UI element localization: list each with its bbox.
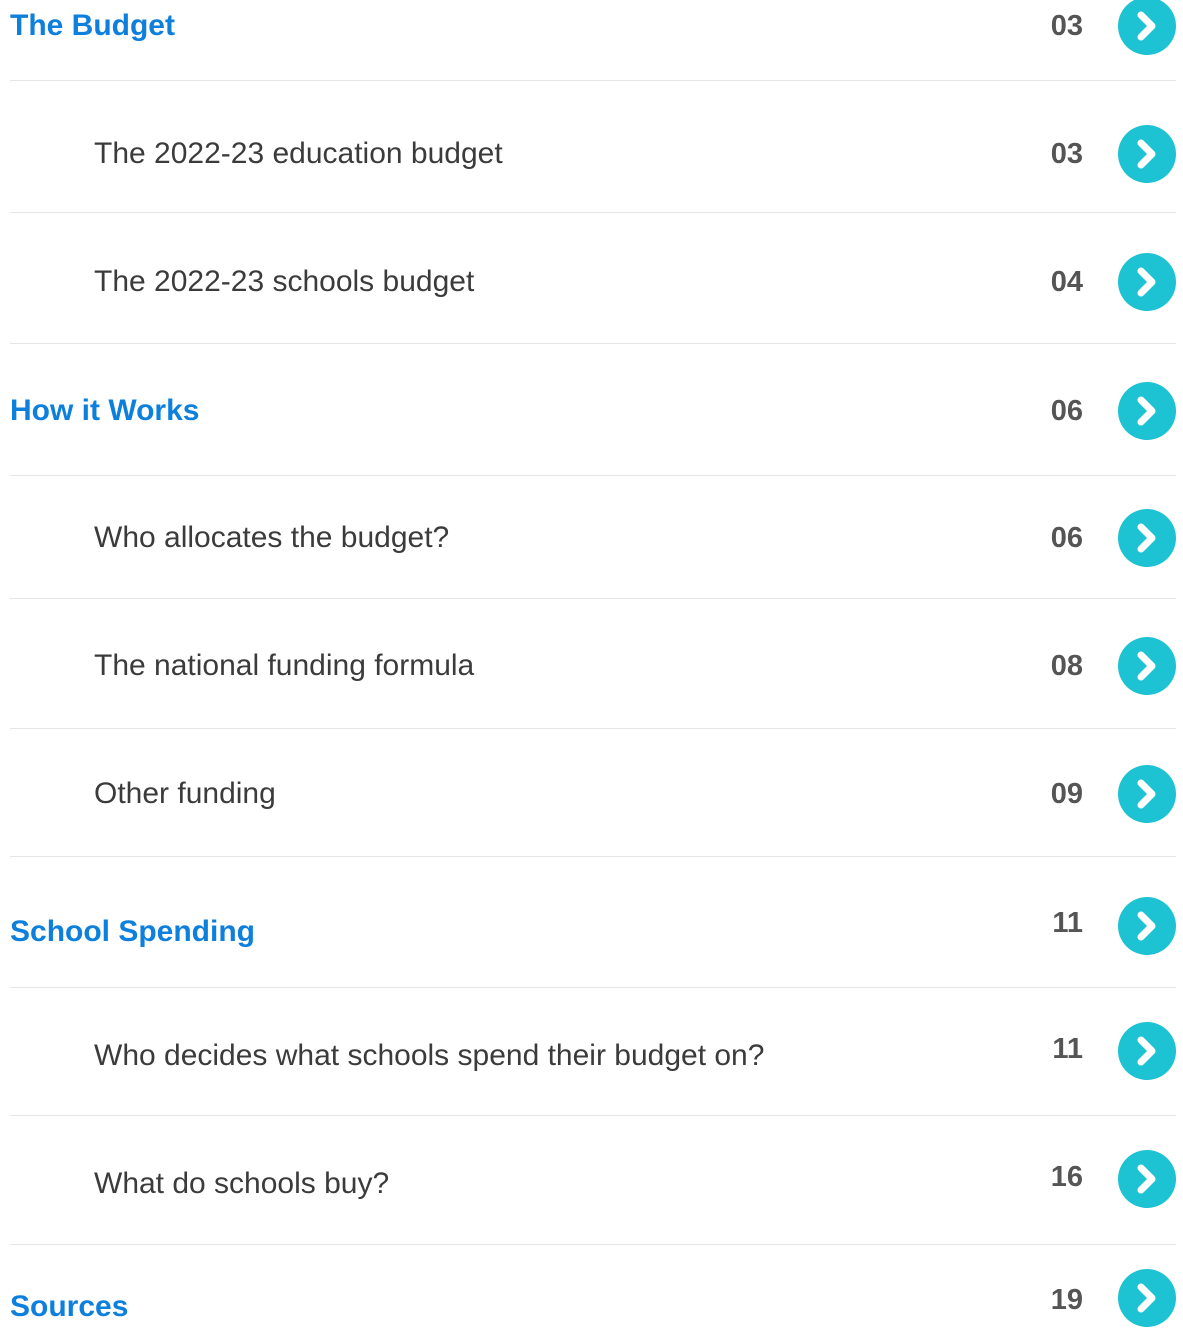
chevron-right-icon[interactable]: [1118, 897, 1176, 955]
toc-item-other-funding[interactable]: Other funding 09: [10, 765, 1176, 823]
toc-item-title: Who decides what schools spend their bud…: [94, 1039, 765, 1072]
toc-page-number: 06: [1050, 521, 1083, 554]
toc-item-education-budget[interactable]: The 2022-23 education budget 03: [10, 125, 1176, 183]
toc-page-number: 09: [1050, 777, 1083, 810]
toc-page-number: 08: [1050, 649, 1083, 682]
divider: [10, 728, 1176, 729]
chevron-right-icon[interactable]: [1118, 0, 1176, 55]
chevron-right-icon[interactable]: [1118, 1150, 1176, 1208]
toc-item-title: The national funding formula: [94, 649, 475, 682]
toc-item-title: The 2022-23 education budget: [94, 137, 503, 170]
toc-section-school-spending[interactable]: School Spending 11: [10, 897, 1176, 955]
divider: [10, 1244, 1176, 1245]
toc-item-title: The 2022-23 schools budget: [94, 265, 475, 298]
toc-item-national-funding-formula[interactable]: The national funding formula 08: [10, 637, 1176, 695]
toc-section-title: The Budget: [10, 9, 175, 42]
toc-page-number: 11: [1052, 1032, 1083, 1065]
divider: [10, 212, 1176, 213]
toc-section-title: School Spending: [10, 915, 255, 948]
toc-page-number: 19: [1050, 1283, 1083, 1316]
toc-item-schools-budget[interactable]: The 2022-23 schools budget 04: [10, 253, 1176, 311]
toc-section-how-it-works[interactable]: How it Works 06: [10, 382, 1176, 440]
chevron-right-icon[interactable]: [1118, 1269, 1176, 1327]
chevron-right-icon[interactable]: [1118, 765, 1176, 823]
divider: [10, 80, 1176, 81]
toc-section-the-budget[interactable]: The Budget 03: [10, 0, 1176, 55]
chevron-right-icon[interactable]: [1118, 1022, 1176, 1080]
toc-item-title: What do schools buy?: [94, 1167, 390, 1200]
divider: [10, 343, 1176, 344]
divider: [10, 856, 1176, 857]
divider: [10, 1115, 1176, 1116]
chevron-right-icon[interactable]: [1118, 125, 1176, 183]
chevron-right-icon[interactable]: [1118, 382, 1176, 440]
divider: [10, 475, 1176, 476]
divider: [10, 987, 1176, 988]
toc-section-title: Sources: [10, 1290, 129, 1323]
toc-section-sources[interactable]: Sources 19: [10, 1269, 1176, 1327]
chevron-right-icon[interactable]: [1118, 637, 1176, 695]
chevron-right-icon[interactable]: [1118, 509, 1176, 567]
toc-item-title: Other funding: [94, 777, 276, 810]
divider: [10, 598, 1176, 599]
toc-page-number: 04: [1050, 265, 1083, 298]
toc-page-number: 11: [1052, 906, 1083, 939]
toc-page-number: 03: [1050, 137, 1083, 170]
toc-item-who-decides[interactable]: Who decides what schools spend their bud…: [10, 1022, 1176, 1080]
toc-page-number: 06: [1050, 394, 1083, 427]
toc-item-title: Who allocates the budget?: [94, 521, 450, 554]
toc-section-title: How it Works: [10, 394, 200, 427]
toc-page-number: 03: [1050, 9, 1083, 42]
toc-page-number: 16: [1050, 1160, 1083, 1193]
toc-item-what-do-schools-buy[interactable]: What do schools buy? 16: [10, 1150, 1176, 1208]
table-of-contents: The Budget 03 The 2022-23 education budg…: [0, 0, 1183, 1328]
chevron-right-icon[interactable]: [1118, 253, 1176, 311]
toc-item-who-allocates[interactable]: Who allocates the budget? 06: [10, 509, 1176, 567]
